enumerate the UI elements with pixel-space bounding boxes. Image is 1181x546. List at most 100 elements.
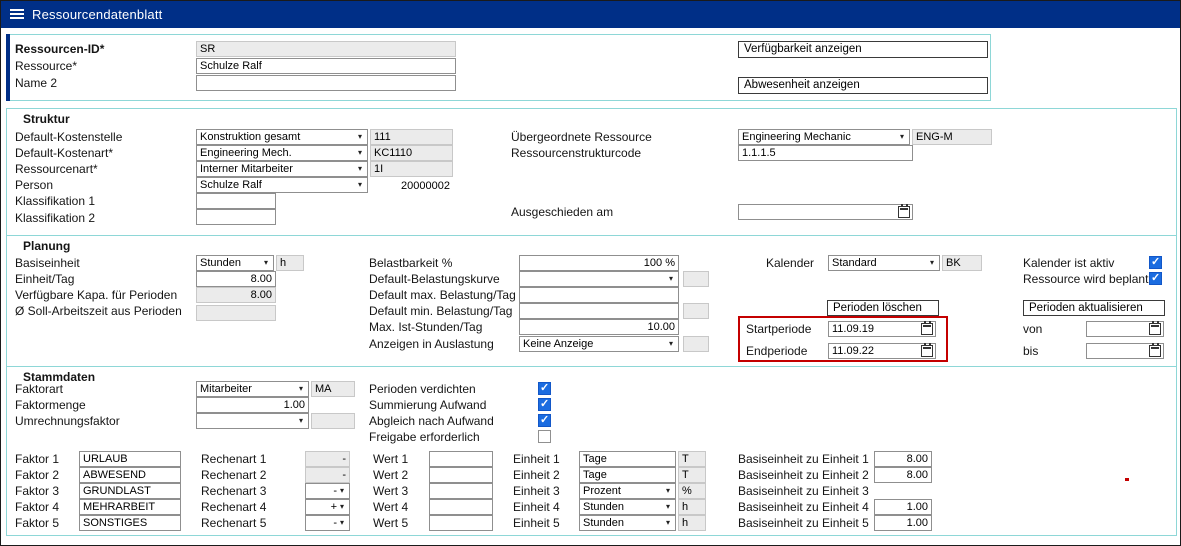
belastungskurve-select[interactable]: ▾ <box>519 271 679 287</box>
person-label: Person <box>15 178 53 193</box>
calendar-icon[interactable] <box>1149 345 1161 357</box>
einheit-tag-label: Einheit/Tag <box>15 272 74 287</box>
einheit5-label: Einheit 5 <box>513 516 560 531</box>
ressource-wird-beplant-label: Ressource wird beplant <box>1023 272 1148 287</box>
abwesenheit-anzeigen-button[interactable]: Abwesenheit anzeigen <box>738 77 988 94</box>
faktor5-field[interactable]: SONSTIGES <box>79 515 181 531</box>
section-divider <box>6 235 1177 236</box>
wert5-field[interactable] <box>429 515 493 531</box>
klassifikation1-field[interactable] <box>196 193 276 209</box>
klassifikation2-label: Klassifikation 2 <box>15 211 95 226</box>
default-kostenart-select[interactable]: Engineering Mech. ▾ <box>196 145 368 161</box>
basis-einheit4-field[interactable]: 1.00 <box>874 499 932 515</box>
endperiode-field[interactable]: 11.09.22 <box>828 343 936 359</box>
kalender-label: Kalender <box>766 256 814 271</box>
max-belastung-field[interactable] <box>519 287 679 303</box>
einheit-tag-field[interactable]: 8.00 <box>196 271 276 287</box>
einheit4-select[interactable]: Stunden ▾ <box>579 499 676 515</box>
calendar-icon[interactable] <box>898 206 910 218</box>
rechenart5-select[interactable]: - ▾ <box>305 515 350 531</box>
chevron-down-icon: ▾ <box>296 382 306 396</box>
basis-einheit1-label: Basiseinheit zu Einheit 1 <box>738 452 869 467</box>
perioden-loeschen-button[interactable]: Perioden löschen <box>827 300 939 316</box>
einheit1-field[interactable]: Tage <box>579 451 676 467</box>
faktormenge-label: Faktormenge <box>15 398 86 413</box>
klassifikation2-field[interactable] <box>196 209 276 225</box>
faktor3-label: Faktor 3 <box>15 484 59 499</box>
summierung-aufwand-checkbox[interactable] <box>538 398 551 411</box>
wert1-field[interactable] <box>429 451 493 467</box>
person-select[interactable]: Schulze Ralf ▾ <box>196 177 368 193</box>
chevron-down-icon: ▾ <box>663 516 673 530</box>
person-code: 20000002 <box>370 178 450 194</box>
umrechnungsfaktor-select[interactable]: ▾ <box>196 413 309 429</box>
active-section-indicator <box>6 34 10 101</box>
kalender-ist-aktiv-label: Kalender ist aktiv <box>1023 256 1114 271</box>
ausgeschieden-am-field[interactable] <box>738 204 913 220</box>
chevron-down-icon: ▾ <box>897 130 907 144</box>
rechenart3-select[interactable]: - ▾ <box>305 483 350 499</box>
basiseinheit-select[interactable]: Stunden ▾ <box>196 255 274 271</box>
hamburger-menu-icon[interactable] <box>10 9 24 11</box>
ressourcenstrukturcode-field[interactable]: 1.1.1.5 <box>738 145 913 161</box>
rechenart4-select[interactable]: + ▾ <box>305 499 350 515</box>
max-ist-stunden-label: Max. Ist-Stunden/Tag <box>369 320 482 335</box>
basiseinheit-code-field: h <box>276 255 304 271</box>
calendar-icon[interactable] <box>921 323 933 335</box>
max-ist-stunden-field[interactable]: 10.00 <box>519 319 679 335</box>
basis-einheit2-label: Basiseinheit zu Einheit 2 <box>738 468 869 483</box>
kalender-select[interactable]: Standard ▾ <box>828 255 940 271</box>
calendar-icon[interactable] <box>921 345 933 357</box>
faktorart-value: Mitarbeiter <box>200 382 296 396</box>
ressource-field[interactable]: Schulze Ralf <box>196 58 456 74</box>
einheit3-code-field: % <box>678 483 706 499</box>
kalender-ist-aktiv-checkbox[interactable] <box>1149 256 1162 269</box>
min-belastung-code-field <box>683 303 709 319</box>
einheit3-select[interactable]: Prozent ▾ <box>579 483 676 499</box>
struktur-section-title: Struktur <box>23 112 70 127</box>
rechenart1-field: - <box>305 451 350 467</box>
min-belastung-field[interactable] <box>519 303 679 319</box>
einheit2-field[interactable]: Tage <box>579 467 676 483</box>
verfuegbarkeit-anzeigen-button[interactable]: Verfügbarkeit anzeigen <box>738 41 988 58</box>
ressourcendatenblatt-window: Ressourcendatenblatt Ressourcen-ID* SR R… <box>0 0 1181 546</box>
faktor3-field[interactable]: GRUNDLAST <box>79 483 181 499</box>
basis-einheit1-field[interactable]: 8.00 <box>874 451 932 467</box>
app-title-bar: Ressourcendatenblatt <box>1 1 1180 28</box>
uebergeordnete-ressource-select[interactable]: Engineering Mechanic ▾ <box>738 129 910 145</box>
name2-field[interactable] <box>196 75 456 91</box>
perioden-verdichten-checkbox[interactable] <box>538 382 551 395</box>
ressourcenart-select[interactable]: Interner Mitarbeiter ▾ <box>196 161 368 177</box>
faktormenge-field[interactable]: 1.00 <box>196 397 309 413</box>
chevron-down-icon: ▾ <box>337 516 347 530</box>
wert2-field[interactable] <box>429 467 493 483</box>
freigabe-erforderlich-checkbox[interactable] <box>538 430 551 443</box>
anzeigen-auslastung-select[interactable]: Keine Anzeige ▾ <box>519 336 679 352</box>
default-kostenstelle-label: Default-Kostenstelle <box>15 130 122 145</box>
faktor1-field[interactable]: URLAUB <box>79 451 181 467</box>
belastungskurve-label: Default-Belastungskurve <box>369 272 500 287</box>
ressource-wird-beplant-checkbox[interactable] <box>1149 272 1162 285</box>
wert4-field[interactable] <box>429 499 493 515</box>
wert3-field[interactable] <box>429 483 493 499</box>
basis-einheit5-field[interactable]: 1.00 <box>874 515 932 531</box>
ressourcenstrukturcode-label: Ressourcenstrukturcode <box>511 146 641 161</box>
umrechnungsfaktor-label: Umrechnungsfaktor <box>15 414 120 429</box>
chevron-down-icon: ▾ <box>663 500 673 514</box>
startperiode-field[interactable]: 11.09.19 <box>828 321 936 337</box>
wert1-label: Wert 1 <box>373 452 408 467</box>
abgleich-nach-aufwand-checkbox[interactable] <box>538 414 551 427</box>
wert4-label: Wert 4 <box>373 500 408 515</box>
perioden-aktualisieren-button[interactable]: Perioden aktualisieren <box>1023 300 1165 316</box>
faktor2-field[interactable]: ABWESEND <box>79 467 181 483</box>
rechenart3-value: - <box>309 484 337 498</box>
default-kostenstelle-select[interactable]: Konstruktion gesamt ▾ <box>196 129 368 145</box>
faktorart-select[interactable]: Mitarbeiter ▾ <box>196 381 309 397</box>
basis-einheit2-field[interactable]: 8.00 <box>874 467 932 483</box>
person-value: Schulze Ralf <box>200 178 355 192</box>
belastbarkeit-field[interactable]: 100 % <box>519 255 679 271</box>
rechenart4-label: Rechenart 4 <box>201 500 266 515</box>
einheit5-select[interactable]: Stunden ▾ <box>579 515 676 531</box>
calendar-icon[interactable] <box>1149 323 1161 335</box>
faktor4-field[interactable]: MEHRARBEIT <box>79 499 181 515</box>
